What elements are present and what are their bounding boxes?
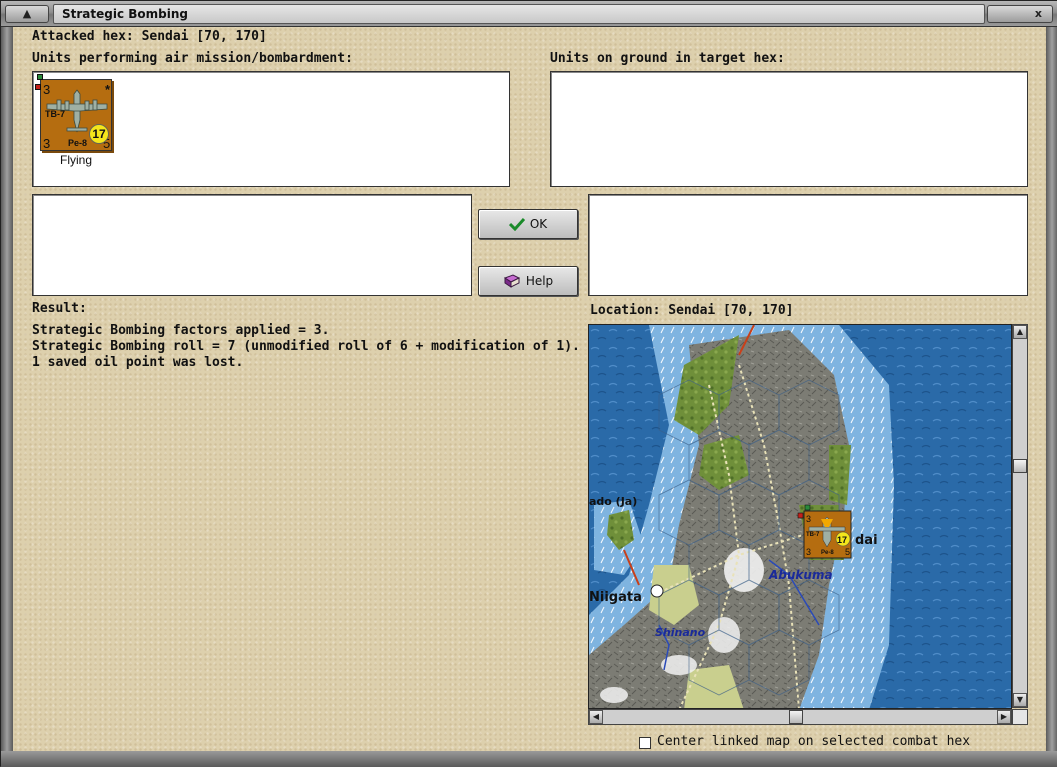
map-river-label: Abukuma	[768, 568, 833, 582]
map-vertical-scrollbar[interactable]: ▲ ▼	[1012, 324, 1028, 708]
unit-bottom-left-value: 3	[43, 136, 51, 151]
result-section: Result: Strategic Bombing factors applie…	[32, 301, 592, 371]
window-title: Strategic Bombing	[62, 7, 188, 21]
scroll-left-icon[interactable]: ◀	[589, 710, 603, 724]
ground-units-list[interactable]	[550, 71, 1028, 187]
window-menu-button[interactable]: ▲	[5, 5, 49, 23]
unit-code-left: TB-7	[45, 109, 65, 119]
bomber-unit-counter[interactable]: 3 * TB-7 Pe-8 3 5 17	[35, 74, 112, 151]
map-canvas: ado (Ja) Niigata dai Abukuma Shinano 3 T…	[589, 325, 1011, 708]
unit-star: *	[105, 82, 111, 97]
vertical-scroll-thumb[interactable]	[1013, 459, 1027, 473]
air-units-list[interactable]: 3 * TB-7 Pe-8 3 5 17 Flying	[32, 71, 510, 187]
location-label: Location: Sendai [70, 170]	[590, 303, 794, 318]
unit-strength-badge: 17	[89, 124, 109, 144]
strategic-bombing-window: ▲ Strategic Bombing x Attacked hex: Send…	[0, 0, 1057, 767]
linked-map[interactable]: ado (Ja) Niigata dai Abukuma Shinano 3 T…	[588, 324, 1012, 709]
checkmark-icon	[508, 217, 525, 231]
scroll-up-icon[interactable]: ▲	[1013, 325, 1027, 339]
map-counter-bottom-left: 3	[806, 547, 811, 557]
attacked-hex-label: Attacked hex: Sendai [70, 170]	[32, 29, 267, 44]
result-line: 1 saved oil point was lost.	[32, 355, 244, 370]
dialog-body: Attacked hex: Sendai [70, 170] Units per…	[13, 27, 1046, 751]
result-line: Strategic Bombing factors applied = 3.	[32, 323, 330, 338]
map-horizontal-scrollbar[interactable]: ◀ ▶	[588, 709, 1012, 725]
ground-units-label: Units on ground in target hex:	[550, 51, 785, 66]
air-units-label: Units performing air mission/bombardment…	[32, 51, 353, 66]
unit-code-bottom: Pe-8	[68, 138, 88, 148]
title-area: Strategic Bombing	[53, 4, 985, 24]
map-counter-bottom-code: Pe-8	[821, 550, 834, 556]
help-book-icon	[503, 274, 520, 288]
window-edge-right	[1046, 27, 1057, 751]
scroll-right-icon[interactable]: ▶	[997, 710, 1011, 724]
map-place-label: ado (Ja)	[589, 495, 637, 508]
help-button[interactable]: Help	[478, 266, 578, 296]
close-icon: x	[1034, 7, 1042, 20]
city-icon	[650, 584, 664, 598]
ok-button-label: OK	[529, 217, 548, 231]
ok-button[interactable]: OK	[478, 209, 578, 239]
window-menu-icon: ▲	[22, 7, 32, 20]
title-bar: ▲ Strategic Bombing x	[1, 1, 1057, 27]
unit-top-left-value: 3	[43, 82, 51, 97]
window-edge-left	[1, 27, 13, 751]
unit-status: Flying	[59, 153, 92, 167]
horizontal-scroll-thumb[interactable]	[789, 710, 803, 724]
scrollbar-corner	[1012, 709, 1028, 725]
attacker-detail-box[interactable]	[32, 194, 472, 296]
window-edge-bottom	[1, 751, 1057, 767]
map-counter-top: 3	[806, 514, 811, 524]
result-label: Result:	[32, 301, 87, 316]
center-map-label[interactable]: Center linked map on selected combat hex	[657, 734, 970, 749]
map-river-label: Shinano	[655, 626, 706, 639]
center-map-checkbox[interactable]	[639, 737, 651, 749]
map-unit-counter[interactable]: 3 TB-7 Pe-8 3 5 17	[797, 504, 852, 559]
help-button-label: Help	[525, 274, 554, 288]
map-counter-code: TB-7	[806, 532, 820, 538]
map-counter-bottom-right: 5	[845, 547, 850, 557]
map-place-label: dai	[855, 533, 878, 548]
map-counter-badge: 17	[837, 535, 847, 545]
defender-detail-box[interactable]	[588, 194, 1028, 296]
map-place-label: Niigata	[589, 590, 642, 605]
scroll-down-icon[interactable]: ▼	[1013, 693, 1027, 707]
result-line: Strategic Bombing roll = 7 (unmodified r…	[32, 339, 580, 354]
close-button[interactable]: x	[987, 5, 1053, 23]
